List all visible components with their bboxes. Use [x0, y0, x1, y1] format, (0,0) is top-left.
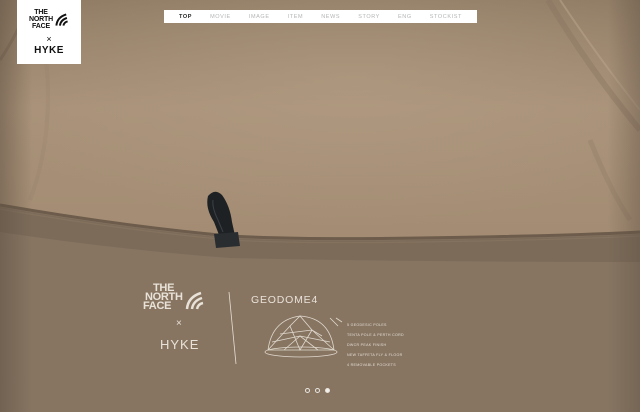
- tent-photo: [0, 0, 640, 412]
- nav-news[interactable]: NEWS: [321, 14, 340, 20]
- hero-image: [0, 0, 640, 412]
- tnf-dome-icon: [55, 12, 68, 26]
- print-tnf-line-3: FACE: [143, 300, 172, 312]
- print-model-name: GEODOME4: [251, 294, 319, 306]
- print-tnf-logo: THE NORTH FACE: [141, 283, 204, 312]
- spec-line: DWCR PEAK FINISH: [347, 343, 387, 347]
- spec-line: TENTA POLE & PERTH CORD: [347, 333, 404, 337]
- nav-movie[interactable]: MOVIE: [210, 14, 231, 20]
- slider-dot-1[interactable]: [305, 388, 310, 393]
- brand-logo-link[interactable]: THE NORTH FACE × HYKE: [17, 0, 81, 64]
- main-nav: TOP MOVIE IMAGE ITEM NEWS STORY ENG STOC…: [164, 10, 477, 23]
- nav-top[interactable]: TOP: [179, 14, 192, 20]
- tnf-line-1: THE: [34, 9, 48, 16]
- logo-times: ×: [46, 34, 52, 44]
- slider-dot-3[interactable]: [325, 388, 330, 393]
- print-hyke-logo: HYKE: [160, 337, 200, 352]
- slider-pagination: [305, 388, 330, 393]
- nav-stockist[interactable]: STOCKIST: [430, 14, 462, 20]
- nav-item[interactable]: ITEM: [288, 14, 304, 20]
- tnf-line-2: NORTH: [29, 16, 53, 23]
- print-times: ×: [176, 318, 182, 329]
- spec-line: NEW TAFFETA FLY & FLOOR: [347, 353, 403, 357]
- nav-image[interactable]: IMAGE: [249, 14, 270, 20]
- tnf-dome-icon: [185, 291, 204, 310]
- hyke-logo-text: HYKE: [34, 45, 64, 56]
- nav-story[interactable]: STORY: [358, 14, 380, 20]
- tnf-logo: THE NORTH FACE: [29, 9, 69, 30]
- spec-line: 4 REMOVABLE POCKETS: [347, 363, 396, 367]
- slider-dot-2[interactable]: [315, 388, 320, 393]
- tnf-line-3: FACE: [32, 23, 50, 30]
- nav-eng[interactable]: ENG: [398, 14, 412, 20]
- spec-line: 5 GEODESIC POLES: [347, 323, 387, 327]
